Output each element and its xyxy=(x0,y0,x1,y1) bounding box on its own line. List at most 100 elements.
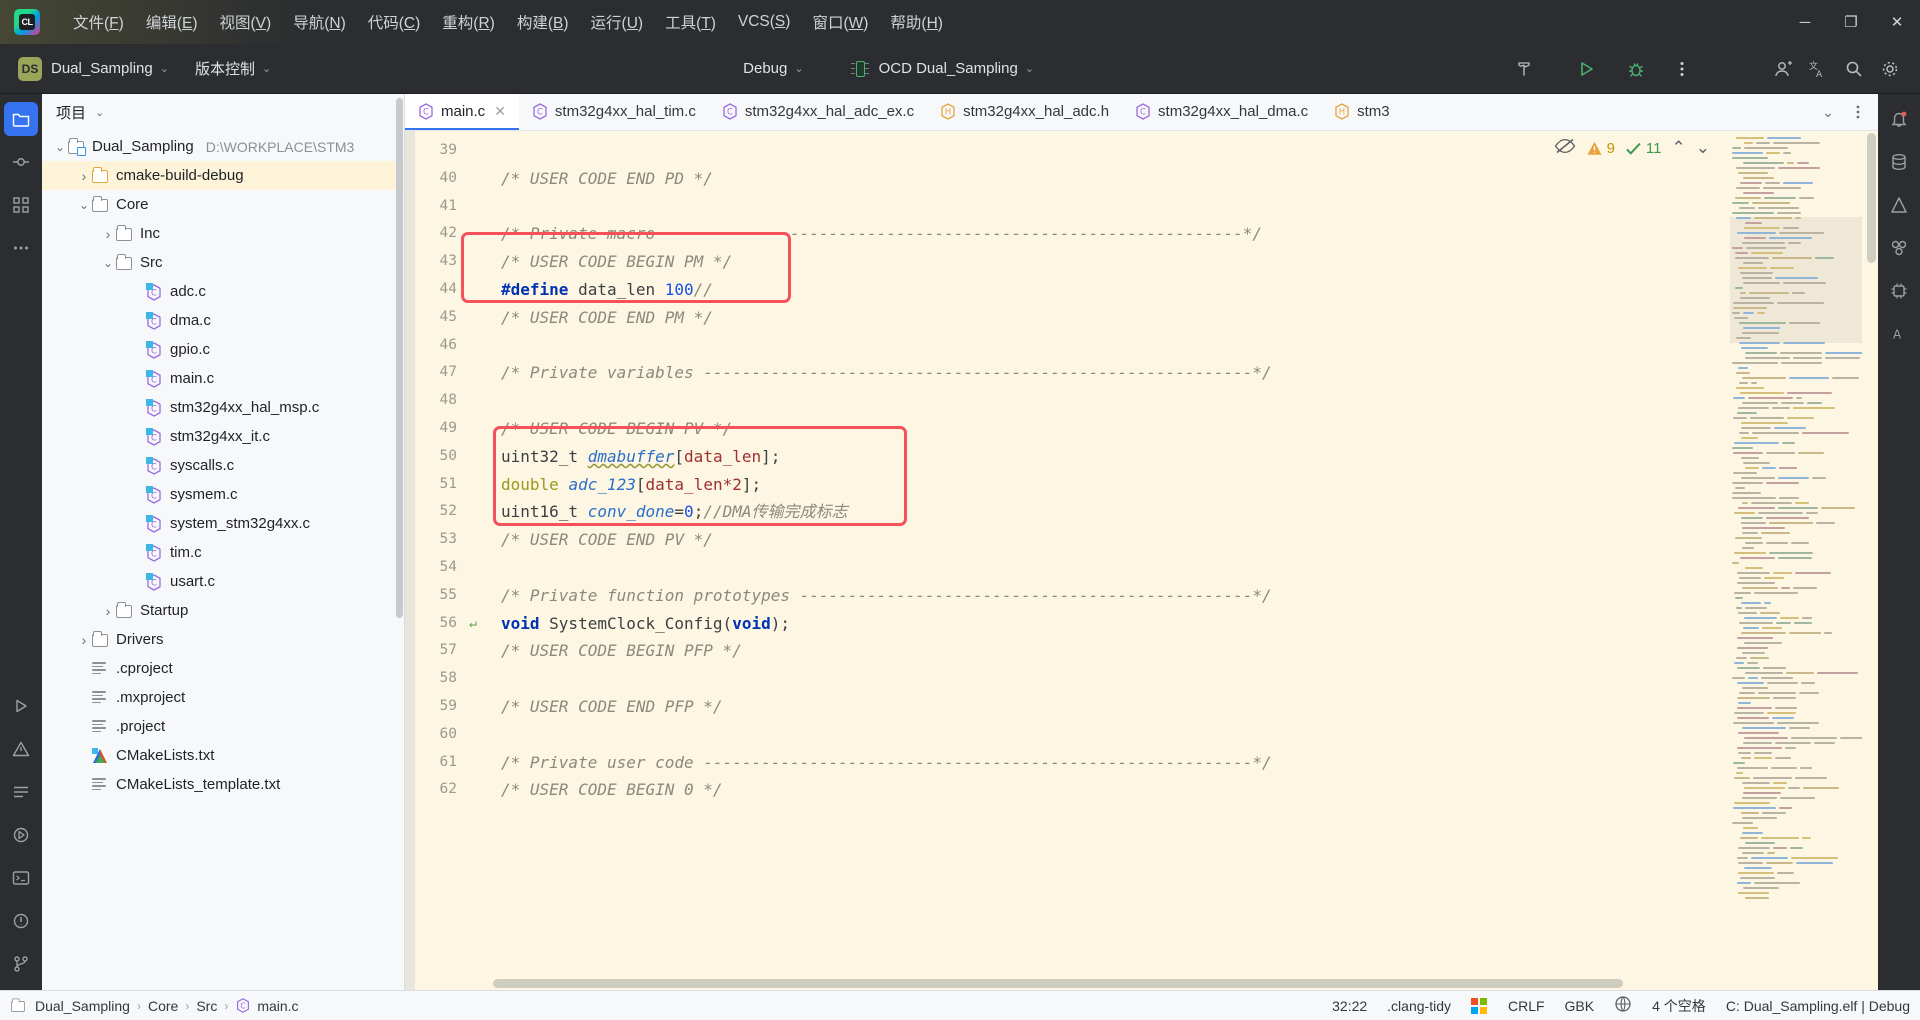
code-line[interactable]: void SystemClock_Config(void); xyxy=(483,610,1878,638)
editor-tab-stm32g4xx_hal_tim.c[interactable]: Cstm32g4xx_hal_tim.c xyxy=(519,94,709,130)
warning-count-badge[interactable]: 9 xyxy=(1586,140,1615,157)
project-panel-chevron-down-icon[interactable]: ⌄ xyxy=(95,106,104,119)
run-target-label[interactable]: C: Dual_Sampling.elf | Debug xyxy=(1726,998,1910,1014)
line-number[interactable]: 51 xyxy=(405,471,483,499)
menu-item-10[interactable]: 窗口(W) xyxy=(801,7,879,37)
device-selector[interactable]: OCD Dual_Sampling ⌄ xyxy=(850,60,1034,78)
previous-problem-icon[interactable]: ⌃ xyxy=(1672,138,1686,158)
code-line[interactable]: /* USER CODE BEGIN PFP */ xyxy=(483,637,1878,665)
tree-item-drivers[interactable]: › Drivers xyxy=(42,625,404,654)
build-button[interactable] xyxy=(1506,51,1542,87)
line-number-gutter[interactable]: 39 40 41 42 43 44 45 46 47 48 49 50 51 52 53 54 55 56 ↵ 57 5… xyxy=(405,131,483,990)
tree-item-.project[interactable]: ›.project xyxy=(42,712,404,741)
line-number[interactable]: 56 ↵ xyxy=(405,610,483,638)
rail-notifications-button[interactable] xyxy=(4,904,38,938)
line-number[interactable]: 39 xyxy=(405,137,483,165)
breadcrumb-item-src[interactable]: Src xyxy=(196,998,217,1014)
menu-item-5[interactable]: 重构(R) xyxy=(431,7,506,37)
code-minimap[interactable] xyxy=(1730,131,1862,990)
menu-item-0[interactable]: 文件(F) xyxy=(62,7,135,37)
rail-structure-button[interactable] xyxy=(4,188,38,222)
vcs-widget[interactable]: 版本控制 ⌄ xyxy=(195,58,271,79)
editor-tab-stm3[interactable]: Hstm3 xyxy=(1321,94,1403,130)
line-number[interactable]: 47 xyxy=(405,359,483,387)
editor-tab-main.c[interactable]: Cmain.c ✕ xyxy=(405,94,519,130)
line-number[interactable]: 40 xyxy=(405,165,483,193)
maximize-button[interactable]: ❐ xyxy=(1828,0,1874,44)
editor-vertical-scrollbar[interactable] xyxy=(1867,133,1876,263)
tree-item-system_stm32g4xx.c[interactable]: ›Csystem_stm32g4xx.c xyxy=(42,509,404,538)
line-number[interactable]: 46 xyxy=(405,332,483,360)
line-number[interactable]: 43 xyxy=(405,248,483,276)
code-line[interactable] xyxy=(483,193,1878,221)
minimize-button[interactable]: ─ xyxy=(1782,0,1828,44)
rail-run-button[interactable] xyxy=(4,689,38,723)
tree-item-stm32g4xx_it.c[interactable]: ›Cstm32g4xx_it.c xyxy=(42,422,404,451)
line-separator-label[interactable]: CRLF xyxy=(1508,998,1545,1014)
tree-item-tim.c[interactable]: ›Ctim.c xyxy=(42,538,404,567)
next-problem-icon[interactable]: ⌄ xyxy=(1696,138,1710,158)
chevron-down-icon[interactable]: ⌄ xyxy=(76,197,92,213)
chevron-down-icon[interactable]: ⌄ xyxy=(100,255,116,271)
code-line[interactable]: /* USER CODE END PFP */ xyxy=(483,693,1878,721)
line-number[interactable]: 53 xyxy=(405,526,483,554)
code-line[interactable] xyxy=(483,721,1878,749)
tree-item-adc.c[interactable]: ›Cadc.c xyxy=(42,277,404,306)
tree-item-startup[interactable]: › Startup xyxy=(42,596,404,625)
tree-item-src[interactable]: ⌄ Src xyxy=(42,248,404,277)
tree-item-sysmem.c[interactable]: ›Csysmem.c xyxy=(42,480,404,509)
editor-tab-stm32g4xx_hal_adc_ex.c[interactable]: Cstm32g4xx_hal_adc_ex.c xyxy=(709,94,927,130)
code-line[interactable]: /* Private function prototypes ---------… xyxy=(483,582,1878,610)
code-line[interactable]: uint32_t dmabuffer[data_len]; xyxy=(483,443,1878,471)
encoding-label[interactable]: GBK xyxy=(1565,998,1595,1014)
line-number[interactable]: 44 xyxy=(405,276,483,304)
debug-button[interactable] xyxy=(1618,51,1654,87)
tree-item-gpio.c[interactable]: ›Cgpio.c xyxy=(42,335,404,364)
chevron-right-icon[interactable]: › xyxy=(100,226,116,242)
menu-item-11[interactable]: 帮助(H) xyxy=(879,7,954,37)
code-line[interactable]: /* USER CODE END PD */ xyxy=(483,165,1878,193)
line-number[interactable]: 42 xyxy=(405,220,483,248)
breadcrumb-item-main.c[interactable]: Cmain.c xyxy=(235,997,299,1014)
code-line[interactable]: /* USER CODE BEGIN PV */ xyxy=(483,415,1878,443)
line-number[interactable]: 50 xyxy=(405,443,483,471)
line-number[interactable]: 61 xyxy=(405,749,483,777)
line-number[interactable]: 55 xyxy=(405,582,483,610)
code-line[interactable]: /* USER CODE END PM */ xyxy=(483,304,1878,332)
chevron-right-icon[interactable]: › xyxy=(76,632,92,648)
line-number[interactable]: 52 xyxy=(405,498,483,526)
project-chevron-down-icon[interactable]: ⌄ xyxy=(160,62,169,75)
chevron-down-icon[interactable]: ⌄ xyxy=(52,139,68,155)
hide-inspections-icon[interactable] xyxy=(1554,137,1576,159)
code-line[interactable]: #define data_len 100// xyxy=(483,276,1878,304)
code-line[interactable]: /* Private variables -------------------… xyxy=(483,359,1878,387)
close-tab-icon[interactable]: ✕ xyxy=(494,103,506,120)
line-number[interactable]: 45 xyxy=(405,304,483,332)
settings-gear-icon[interactable] xyxy=(1872,51,1908,87)
project-name-label[interactable]: Dual_Sampling xyxy=(51,60,153,77)
tab-more-vertical-icon[interactable] xyxy=(1846,100,1870,124)
account-icon[interactable] xyxy=(1764,51,1800,87)
tree-item-cmakelists_template.txt[interactable]: ›CMakeLists_template.txt xyxy=(42,770,404,799)
code-line[interactable]: /* Private user code -------------------… xyxy=(483,749,1878,777)
code-line[interactable] xyxy=(483,665,1878,693)
breadcrumb-item-dual_sampling[interactable]: Dual_Sampling xyxy=(10,998,130,1014)
language-icon[interactable] xyxy=(1614,995,1632,1016)
tree-item-.mxproject[interactable]: ›.mxproject xyxy=(42,683,404,712)
menu-item-6[interactable]: 构建(B) xyxy=(506,7,580,37)
menu-item-1[interactable]: 编辑(E) xyxy=(135,7,209,37)
code-line[interactable]: /* USER CODE BEGIN 0 */ xyxy=(483,776,1878,804)
minimap-viewport-indicator[interactable] xyxy=(1730,217,1862,343)
tree-item-cmakelists.txt[interactable]: ›CMakeLists.txt xyxy=(42,741,404,770)
project-panel-header[interactable]: 项目 ⌄ xyxy=(42,94,404,130)
menu-item-8[interactable]: 工具(T) xyxy=(654,7,727,37)
tree-item-stm32g4xx_hal_msp.c[interactable]: ›Cstm32g4xx_hal_msp.c xyxy=(42,393,404,422)
rail-database-icon[interactable] xyxy=(1882,145,1916,179)
rail-commit-button[interactable] xyxy=(4,145,38,179)
rail-services-button[interactable] xyxy=(4,818,38,852)
line-number[interactable]: 58 xyxy=(405,665,483,693)
code-line[interactable] xyxy=(483,554,1878,582)
menu-item-4[interactable]: 代码(C) xyxy=(357,7,432,37)
search-icon[interactable] xyxy=(1836,51,1872,87)
tree-item-core[interactable]: ⌄ Core xyxy=(42,190,404,219)
